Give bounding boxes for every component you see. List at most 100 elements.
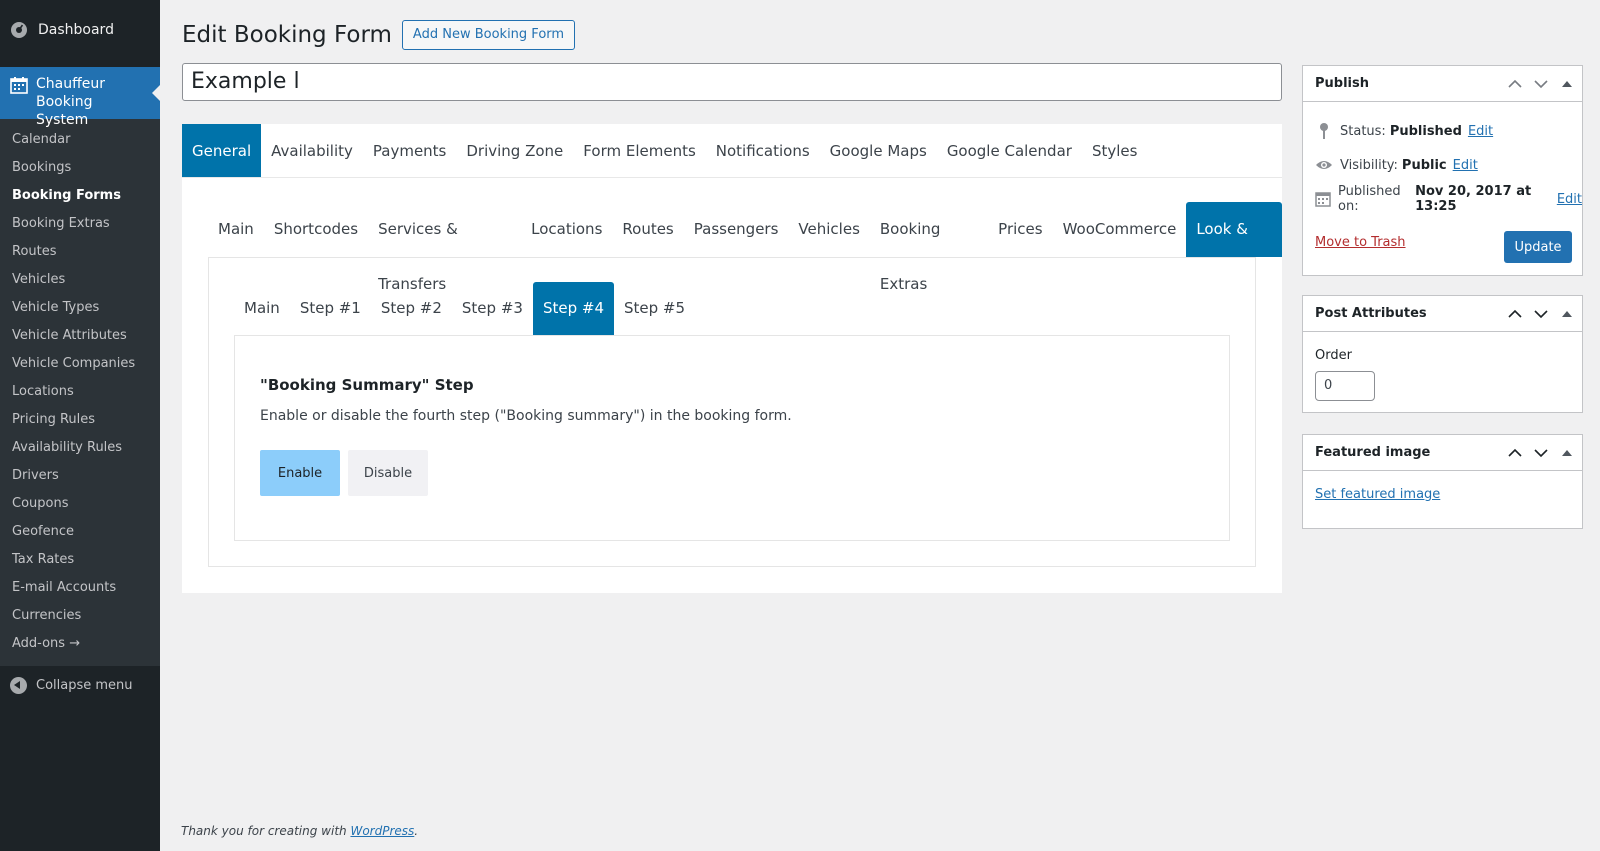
move-up-icon[interactable] xyxy=(1506,444,1524,462)
subtab-look-feel[interactable]: Look & Feel xyxy=(1186,202,1282,293)
tab-google-calendar[interactable]: Google Calendar xyxy=(937,124,1082,177)
edit-status-link[interactable]: Edit xyxy=(1468,124,1493,139)
subtab-shortcodes[interactable]: Shortcodes xyxy=(264,202,368,257)
collapse-menu-button[interactable]: Collapse menu xyxy=(0,668,160,702)
footer-text: Thank you for creating with xyxy=(181,824,347,838)
steptab-step-1[interactable]: Step #1 xyxy=(290,282,371,335)
move-up-icon[interactable] xyxy=(1506,75,1524,93)
disable-button[interactable]: Disable xyxy=(348,450,428,496)
steptab-main[interactable]: Main xyxy=(234,282,290,335)
post-attributes-header: Post Attributes xyxy=(1303,296,1582,332)
sidebar-item-bookings[interactable]: Bookings xyxy=(0,154,160,182)
steptab-step-5[interactable]: Step #5 xyxy=(614,282,695,335)
page-header: Edit Booking Form Add New Booking Form xyxy=(182,20,576,50)
tab-payments[interactable]: Payments xyxy=(363,124,456,177)
published-on-value: Nov 20, 2017 at 13:25 xyxy=(1415,184,1532,214)
featured-image-box: Featured image Set featured image xyxy=(1302,434,1583,529)
footer-suffix: . xyxy=(414,824,419,838)
wordpress-link[interactable]: WordPress xyxy=(350,824,414,838)
sidebar-item-vehicle-attributes[interactable]: Vehicle Attributes xyxy=(0,322,160,350)
post-title-input[interactable]: Example l xyxy=(182,63,1282,101)
menu-dashboard[interactable]: Dashboard xyxy=(0,0,160,60)
sidebar-item-calendar[interactable]: Calendar xyxy=(0,126,160,154)
set-featured-image-link[interactable]: Set featured image xyxy=(1315,487,1440,502)
step-section-description: Enable or disable the fourth step ("Book… xyxy=(260,408,792,424)
steptab-step-4[interactable]: Step #4 xyxy=(532,282,614,335)
pin-icon xyxy=(1315,122,1333,140)
step-section-title: "Booking Summary" Step xyxy=(260,376,474,394)
toggle-panel-icon[interactable] xyxy=(1558,305,1576,323)
step-tabs: Main Step #1 Step #2 Step #3 Step #4 Step #5 xyxy=(234,282,695,335)
publish-box: Publish Status: Published Edit Visibilit… xyxy=(1302,65,1583,276)
tab-availability[interactable]: Availability xyxy=(261,124,363,177)
collapse-icon xyxy=(10,676,27,694)
page-title: Edit Booking Form xyxy=(182,22,392,48)
subtab-prices[interactable]: Prices xyxy=(988,202,1052,257)
sidebar-item-vehicle-companies[interactable]: Vehicle Companies xyxy=(0,350,160,378)
publish-box-header: Publish xyxy=(1303,66,1582,102)
sidebar-item-booking-extras[interactable]: Booking Extras xyxy=(0,210,160,238)
menu-chauffeur-booking-system[interactable]: Chauffeur Booking System xyxy=(0,67,160,128)
admin-footer: Thank you for creating with WordPress. xyxy=(181,824,418,838)
edit-date-link[interactable]: Edit xyxy=(1557,192,1582,207)
subtab-locations[interactable]: Locations xyxy=(521,202,612,257)
calendar-icon xyxy=(1315,190,1331,208)
menu-dashboard-label: Dashboard xyxy=(38,22,114,38)
subtab-passengers[interactable]: Passengers xyxy=(684,202,789,257)
sidebar-item-geofence[interactable]: Geofence xyxy=(0,518,160,546)
toggle-panel-icon[interactable] xyxy=(1558,75,1576,93)
edit-visibility-link[interactable]: Edit xyxy=(1453,158,1478,173)
tab-general[interactable]: General xyxy=(182,124,262,177)
general-sub-tabs: Main Shortcodes Services & Transfers Locati… xyxy=(208,202,1282,293)
steptab-step-3[interactable]: Step #3 xyxy=(452,282,533,335)
publish-box-title: Publish xyxy=(1315,76,1369,91)
move-up-icon[interactable] xyxy=(1506,305,1524,323)
sidebar-item-drivers[interactable]: Drivers xyxy=(0,462,160,490)
booking-form-panel: General Availability Payments Driving Zone F… xyxy=(182,124,1282,593)
sidebar-item-coupons[interactable]: Coupons xyxy=(0,490,160,518)
move-down-icon[interactable] xyxy=(1532,305,1550,323)
sidebar-item-add-ons[interactable]: Add-ons → xyxy=(0,630,160,658)
status-label: Status: xyxy=(1340,123,1386,139)
tab-notifications[interactable]: Notifications xyxy=(706,124,820,177)
update-button[interactable]: Update xyxy=(1504,231,1572,263)
published-on-label: Published on: xyxy=(1338,184,1401,214)
subtab-vehicles[interactable]: Vehicles xyxy=(788,202,869,257)
tab-google-maps[interactable]: Google Maps xyxy=(820,124,937,177)
menu-chauffeur-label: Chauffeur Booking System xyxy=(36,76,105,128)
subtab-booking-extras[interactable]: Booking Extras xyxy=(870,202,988,293)
order-input[interactable]: 0 xyxy=(1315,371,1375,401)
move-down-icon[interactable] xyxy=(1532,444,1550,462)
move-to-trash-link[interactable]: Move to Trash xyxy=(1315,235,1406,250)
subtab-woocommerce[interactable]: WooCommerce xyxy=(1053,202,1187,257)
visibility-row: Visibility: Public Edit xyxy=(1303,148,1582,182)
sidebar-item-availability-rules[interactable]: Availability Rules xyxy=(0,434,160,462)
enable-button[interactable]: Enable xyxy=(260,450,340,496)
subtab-services-transfers[interactable]: Services & Transfers xyxy=(368,202,521,293)
sidebar-item-booking-forms[interactable]: Booking Forms xyxy=(0,182,160,210)
sidebar-item-e-mail-accounts[interactable]: E-mail Accounts xyxy=(0,574,160,602)
add-new-booking-form-button[interactable]: Add New Booking Form xyxy=(401,20,576,50)
order-label: Order xyxy=(1315,348,1352,363)
sidebar-item-vehicles[interactable]: Vehicles xyxy=(0,266,160,294)
tab-styles[interactable]: Styles xyxy=(1082,124,1148,177)
sidebar-item-currencies[interactable]: Currencies xyxy=(0,602,160,630)
tab-form-elements[interactable]: Form Elements xyxy=(573,124,705,177)
sidebar-item-locations[interactable]: Locations xyxy=(0,378,160,406)
featured-image-header: Featured image xyxy=(1303,435,1582,471)
subtab-main[interactable]: Main xyxy=(208,202,264,257)
post-attributes-title: Post Attributes xyxy=(1315,306,1427,321)
tab-driving-zone[interactable]: Driving Zone xyxy=(456,124,573,177)
visibility-value: Public xyxy=(1401,157,1447,173)
featured-image-title: Featured image xyxy=(1315,445,1431,460)
subtab-routes[interactable]: Routes xyxy=(612,202,683,257)
sidebar-item-tax-rates[interactable]: Tax Rates xyxy=(0,546,160,574)
sidebar-item-pricing-rules[interactable]: Pricing Rules xyxy=(0,406,160,434)
sidebar-item-routes[interactable]: Routes xyxy=(0,238,160,266)
step-4-content: "Booking Summary" Step Enable or disable… xyxy=(234,335,1230,541)
move-down-icon[interactable] xyxy=(1532,75,1550,93)
sidebar-item-vehicle-types[interactable]: Vehicle Types xyxy=(0,294,160,322)
steptab-step-2[interactable]: Step #2 xyxy=(371,282,452,335)
toggle-panel-icon[interactable] xyxy=(1558,444,1576,462)
collapse-menu-label: Collapse menu xyxy=(36,677,133,693)
